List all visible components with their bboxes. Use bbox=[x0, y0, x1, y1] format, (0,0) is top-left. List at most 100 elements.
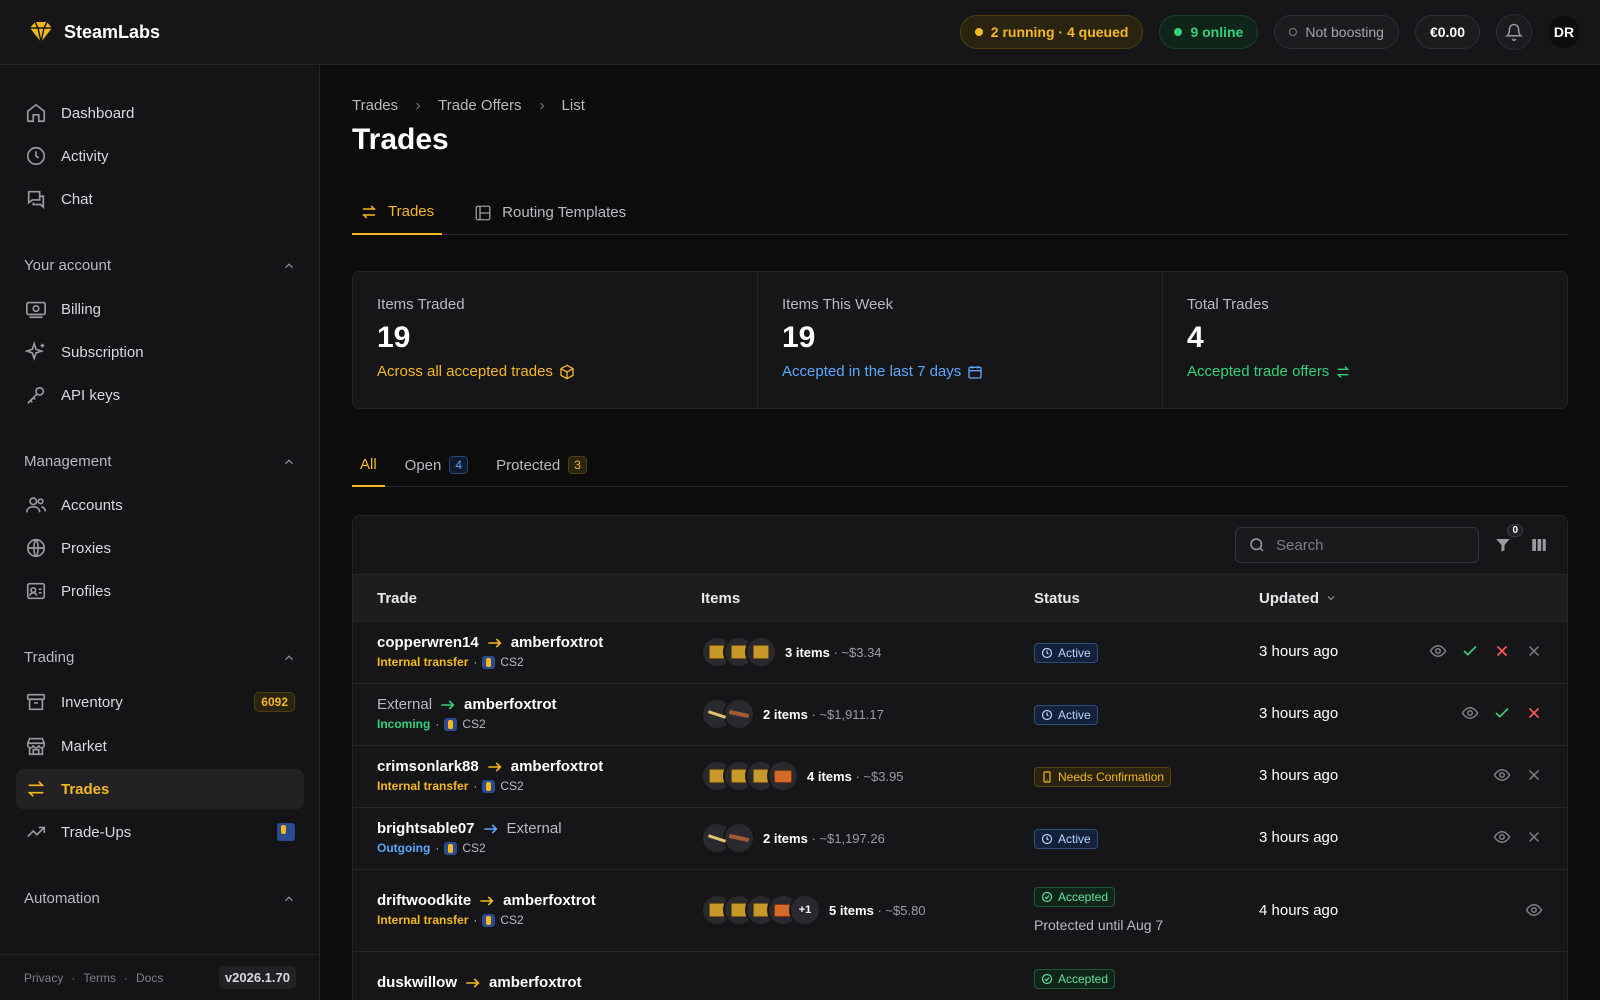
privacy-link[interactable]: Privacy bbox=[24, 971, 63, 985]
breadcrumb-trade-offers[interactable]: Trade Offers bbox=[438, 97, 521, 114]
balance-pill[interactable]: €0.00 bbox=[1414, 15, 1480, 49]
filter-tab-all[interactable]: All bbox=[352, 443, 385, 487]
trade-from[interactable]: duskwillow bbox=[377, 974, 457, 991]
table-row[interactable]: External amberfoxtrot Incoming · CS2 2 ite… bbox=[353, 684, 1567, 746]
sidebar-item-activity[interactable]: Activity bbox=[16, 136, 304, 176]
trade-from[interactable]: brightsable07 bbox=[377, 820, 475, 837]
status-badge: Accepted bbox=[1034, 969, 1116, 989]
cancel-close-icon[interactable] bbox=[1525, 828, 1543, 846]
terms-link[interactable]: Terms bbox=[83, 971, 116, 985]
items-count: 4 items bbox=[807, 768, 852, 784]
breadcrumb-list[interactable]: List bbox=[562, 97, 585, 114]
sidebar-item-dashboard[interactable]: Dashboard bbox=[16, 93, 304, 133]
view-eye-icon[interactable] bbox=[1525, 901, 1543, 919]
view-eye-icon[interactable] bbox=[1493, 828, 1511, 846]
online-status-pill[interactable]: 9 online bbox=[1159, 15, 1259, 49]
table-row[interactable]: copperwren14 amberfoxtrot Internal trans… bbox=[353, 622, 1567, 684]
trade-parties: driftwoodkite amberfoxtrot bbox=[377, 892, 596, 909]
columns-button[interactable] bbox=[1527, 533, 1551, 557]
store-icon bbox=[25, 735, 47, 757]
sidebar: Dashboard Activity Chat Your account Bil… bbox=[0, 65, 320, 1000]
row-actions bbox=[1493, 828, 1543, 846]
view-eye-icon[interactable] bbox=[1461, 704, 1479, 722]
more-items-badge[interactable]: +1 bbox=[789, 894, 821, 926]
key-icon bbox=[25, 384, 47, 406]
trade-to[interactable]: amberfoxtrot bbox=[503, 892, 596, 909]
filter-button[interactable]: 0 bbox=[1491, 524, 1523, 557]
separator-dot: · bbox=[124, 970, 129, 985]
trade-from[interactable]: driftwoodkite bbox=[377, 892, 471, 909]
sidebar-item-market[interactable]: Market bbox=[16, 726, 304, 766]
brand[interactable]: SteamLabs bbox=[0, 21, 320, 43]
trade-meta: Internal transfer · CS2 bbox=[377, 779, 603, 793]
status-cell: Accepted Protected until Aug 7 bbox=[1034, 887, 1163, 933]
check-circle-icon bbox=[1041, 973, 1053, 985]
breadcrumb-trades[interactable]: Trades bbox=[352, 97, 398, 114]
column-header-updated[interactable]: Updated bbox=[1259, 590, 1337, 607]
section-title: Your account bbox=[24, 257, 112, 274]
trade-to[interactable]: amberfoxtrot bbox=[489, 974, 582, 991]
trade-to[interactable]: amberfoxtrot bbox=[511, 634, 604, 651]
decline-x-icon[interactable] bbox=[1525, 704, 1543, 722]
arrow-right-icon bbox=[465, 977, 481, 989]
items-value: ~$5.80 bbox=[885, 902, 926, 918]
trade-from[interactable]: copperwren14 bbox=[377, 634, 479, 651]
search-input[interactable] bbox=[1276, 536, 1456, 554]
section-automation[interactable]: Automation bbox=[24, 890, 296, 907]
sidebar-item-inventory[interactable]: Inventory 6092 bbox=[16, 682, 304, 722]
boost-status-pill[interactable]: Not boosting bbox=[1274, 15, 1399, 49]
cs2-game-icon bbox=[482, 655, 496, 669]
tab-trades[interactable]: Trades bbox=[352, 190, 443, 235]
notifications-button[interactable] bbox=[1496, 14, 1532, 50]
avatar[interactable]: DR bbox=[1548, 16, 1580, 48]
table-row[interactable]: driftwoodkite amberfoxtrot Internal tran… bbox=[353, 870, 1567, 952]
filter-tab-label: Open bbox=[404, 456, 442, 474]
separator-dot: · bbox=[435, 841, 440, 855]
view-eye-icon[interactable] bbox=[1493, 766, 1511, 784]
docs-link[interactable]: Docs bbox=[136, 971, 163, 985]
table-row[interactable]: duskwillow amberfoxtrot Accepted bbox=[353, 952, 1567, 1000]
trade-cell: brightsable07 External Outgoing · CS2 bbox=[377, 820, 562, 855]
stat-subtext-label: Across all accepted trades bbox=[377, 363, 553, 380]
tab-routing-templates[interactable]: Routing Templates bbox=[466, 190, 634, 235]
chevron-right-icon bbox=[412, 100, 424, 112]
trade-to[interactable]: amberfoxtrot bbox=[511, 758, 604, 775]
table-toolbar: 0 bbox=[353, 516, 1567, 574]
arrow-right-icon bbox=[487, 761, 503, 773]
decline-x-icon[interactable] bbox=[1493, 642, 1511, 660]
view-eye-icon[interactable] bbox=[1429, 642, 1447, 660]
status-badge: Accepted bbox=[1034, 887, 1116, 907]
filter-tab-protected[interactable]: Protected 3 bbox=[488, 443, 595, 487]
accept-check-icon[interactable] bbox=[1493, 704, 1511, 722]
table-row[interactable]: brightsable07 External Outgoing · CS2 2 it… bbox=[353, 808, 1567, 870]
stat-subtext: Accepted in the last 7 days bbox=[782, 363, 1138, 380]
accept-check-icon[interactable] bbox=[1461, 642, 1479, 660]
sidebar-item-proxies[interactable]: Proxies bbox=[16, 528, 304, 568]
section-management[interactable]: Management bbox=[24, 453, 296, 470]
tasks-status-pill[interactable]: 2 running · 4 queued bbox=[959, 15, 1144, 49]
trade-to[interactable]: amberfoxtrot bbox=[464, 696, 557, 713]
trade-type: Internal transfer bbox=[377, 655, 469, 669]
sidebar-item-accounts[interactable]: Accounts bbox=[16, 485, 304, 525]
section-your-account[interactable]: Your account bbox=[24, 257, 296, 274]
sidebar-item-api-keys[interactable]: API keys bbox=[16, 375, 304, 415]
sidebar-item-trade-ups[interactable]: Trade-Ups bbox=[16, 812, 304, 852]
sidebar-item-billing[interactable]: Billing bbox=[16, 289, 304, 329]
filter-icon bbox=[1494, 536, 1512, 554]
filter-tab-open[interactable]: Open 4 bbox=[397, 443, 476, 487]
cancel-close-icon[interactable] bbox=[1525, 766, 1543, 784]
trade-from[interactable]: crimsonlark88 bbox=[377, 758, 479, 775]
cancel-close-icon[interactable] bbox=[1525, 642, 1543, 660]
sidebar-item-trades[interactable]: Trades bbox=[16, 769, 304, 809]
table-row[interactable]: crimsonlark88 amberfoxtrot Internal tran… bbox=[353, 746, 1567, 808]
stat-items-traded: Items Traded 19 Across all accepted trad… bbox=[353, 272, 758, 408]
search-box[interactable] bbox=[1235, 527, 1479, 563]
trade-cell: External amberfoxtrot Incoming · CS2 bbox=[377, 696, 557, 731]
items-summary: 3 items · ~$3.34 bbox=[785, 645, 882, 660]
trade-parties: copperwren14 amberfoxtrot bbox=[377, 634, 603, 651]
items-count: 2 items bbox=[763, 830, 808, 846]
section-trading[interactable]: Trading bbox=[24, 649, 296, 666]
sidebar-item-subscription[interactable]: Subscription bbox=[16, 332, 304, 372]
sidebar-item-profiles[interactable]: Profiles bbox=[16, 571, 304, 611]
sidebar-item-chat[interactable]: Chat bbox=[16, 179, 304, 219]
